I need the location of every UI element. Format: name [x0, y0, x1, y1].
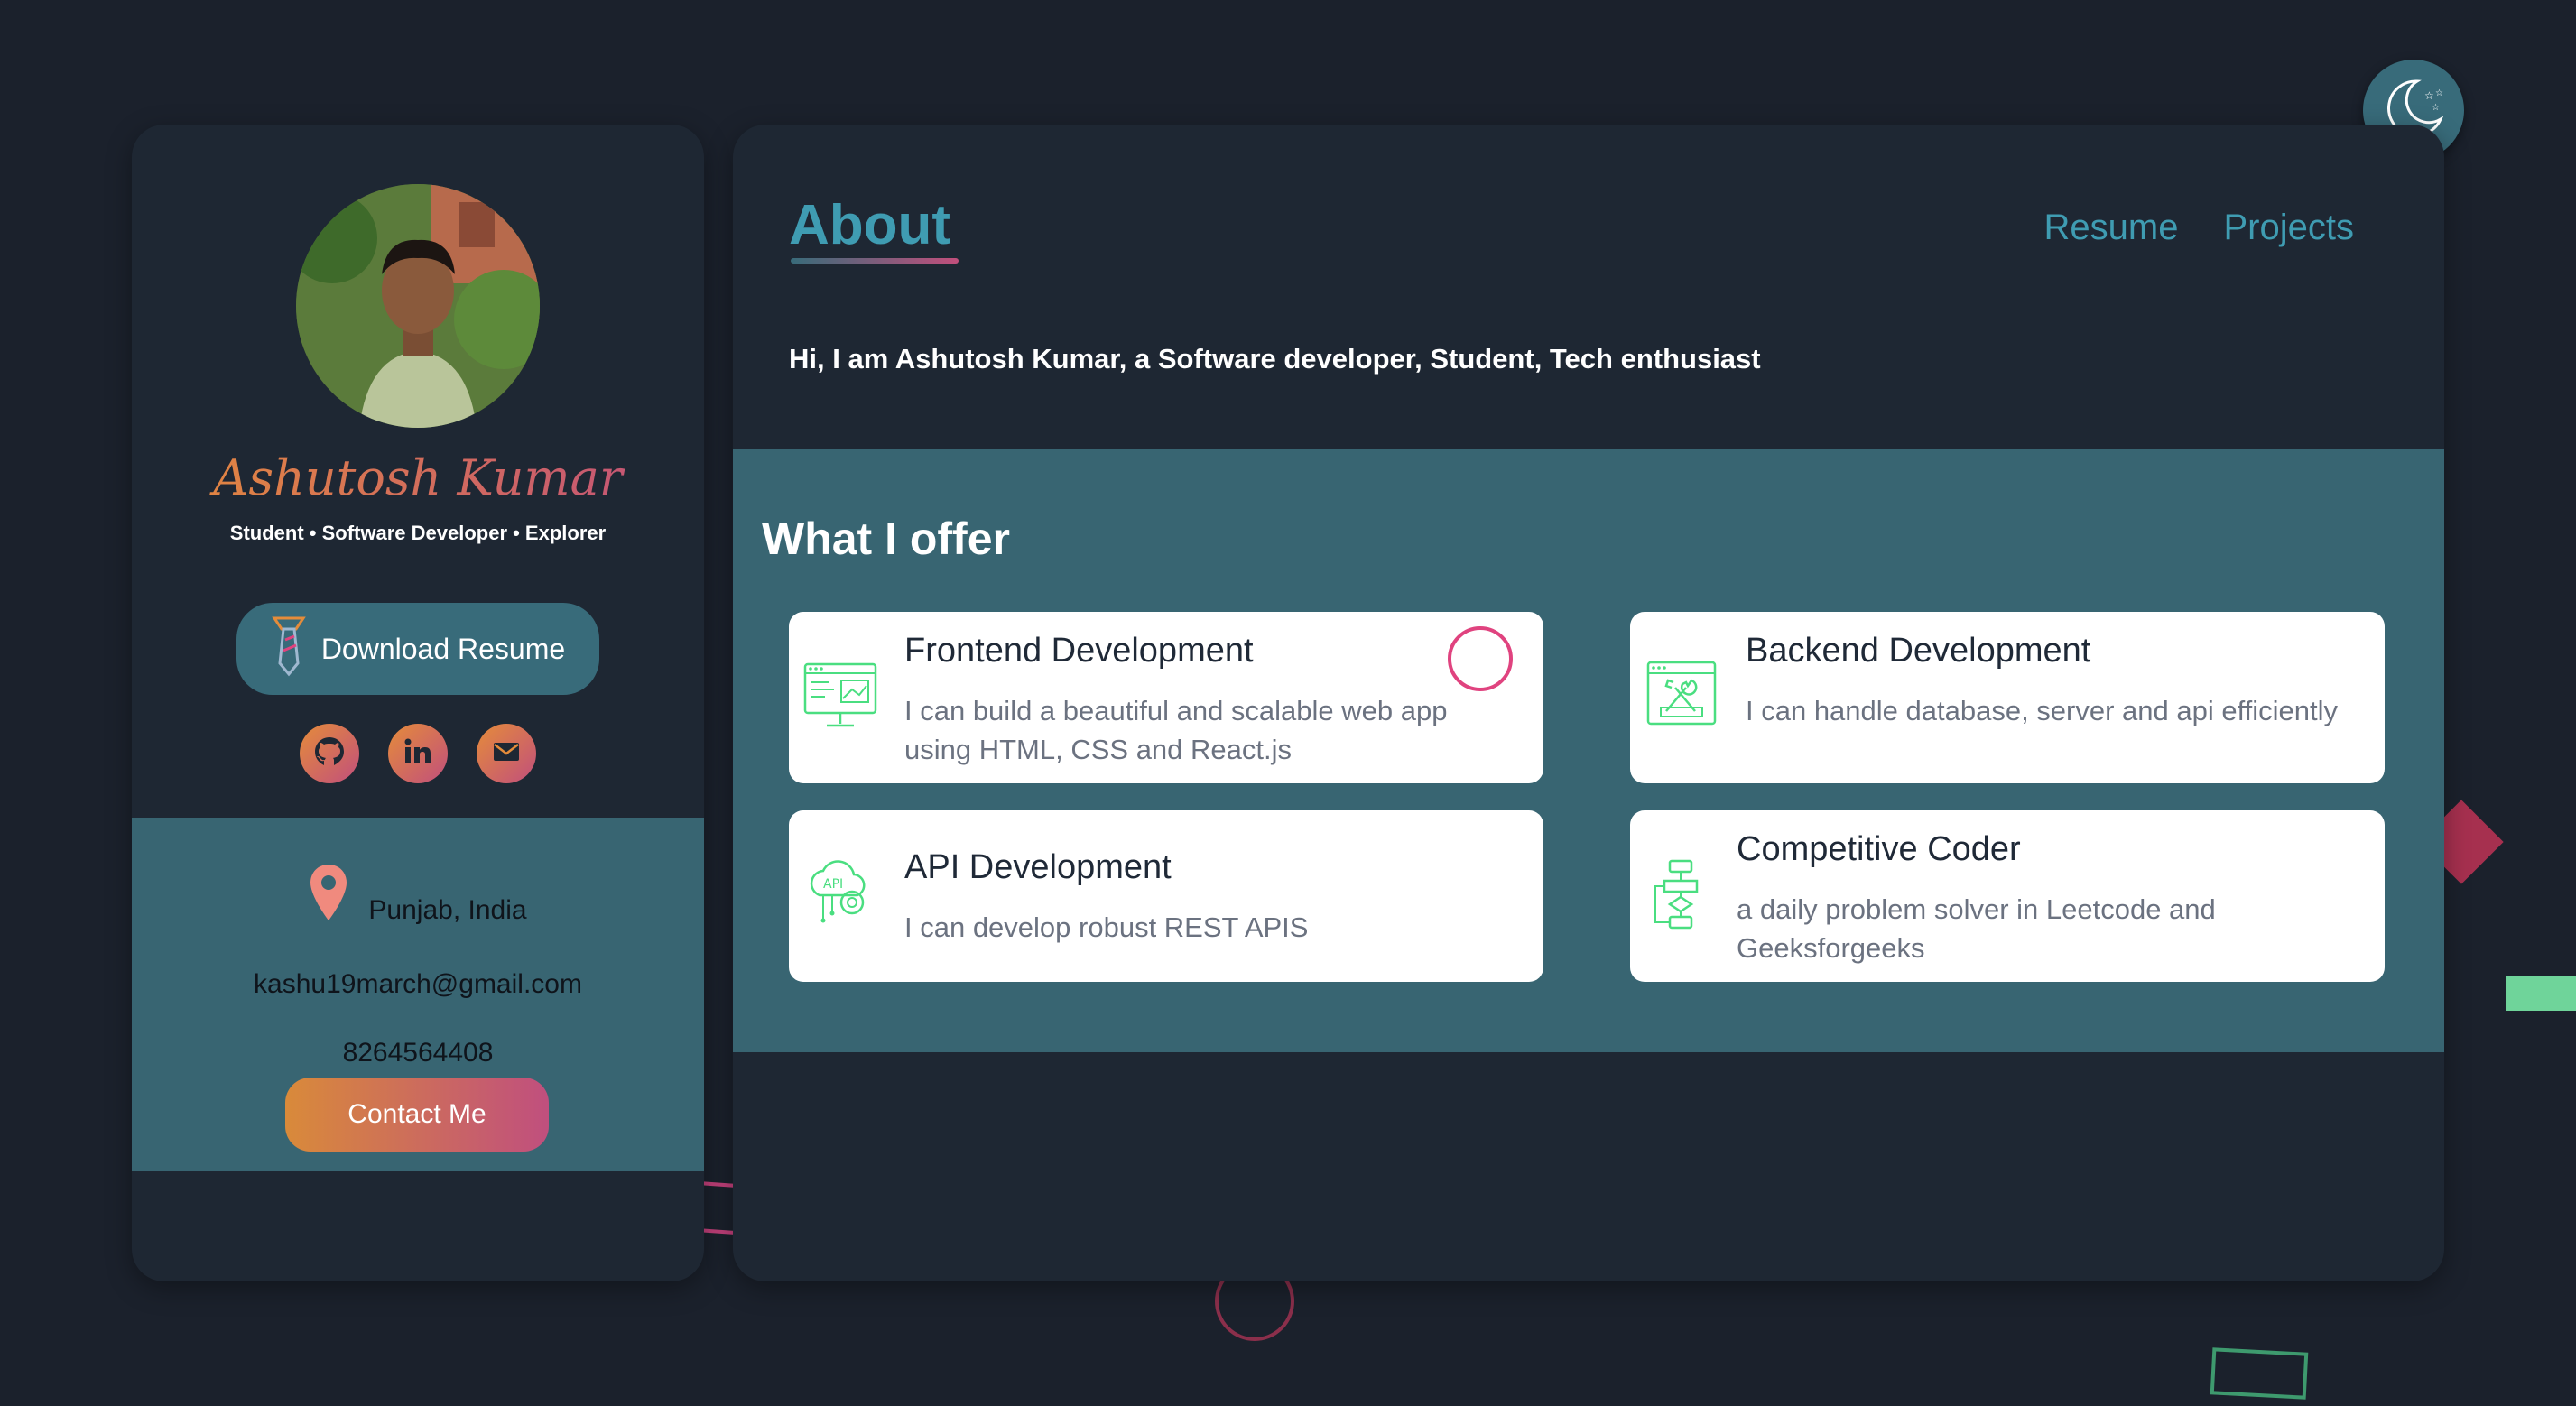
phone-text[interactable]: 8264564408 [132, 1038, 704, 1068]
location-text: Punjab, India [368, 895, 527, 925]
linkedin-icon [400, 734, 436, 773]
nav-projects-link[interactable]: Projects [2224, 208, 2355, 248]
flowchart-icon [1643, 856, 1720, 933]
service-card-competitive: Competitive Coder a daily problem solver… [1630, 810, 2385, 982]
intro-text: Hi, I am Ashutosh Kumar, a Software deve… [789, 343, 1761, 375]
top-nav: Resume Projects [2044, 208, 2354, 248]
api-cloud-icon: API [802, 856, 879, 933]
profile-name: Ashutosh Kumar [132, 449, 704, 506]
nav-resume-link[interactable]: Resume [2044, 208, 2179, 248]
svg-text:☆: ☆ [2424, 89, 2434, 102]
svg-text:API: API [823, 877, 843, 892]
server-tools-icon [1643, 657, 1720, 735]
service-description: I can build a beautiful and scalable web… [904, 695, 1448, 765]
service-card-backend: Backend Development I can handle databas… [1630, 612, 2385, 783]
avatar [296, 184, 540, 428]
service-card-api: API API Development I can develop robust… [789, 810, 1543, 982]
main-card: About Resume Projects Hi, I am Ashutosh … [733, 125, 2444, 1281]
deco-circle [1448, 626, 1513, 691]
mail-icon [488, 734, 524, 773]
tie-icon [271, 613, 307, 685]
social-links [132, 724, 704, 783]
page: ☆ ☆ ☆ Ashutosh Kumar Student • Software … [0, 0, 2576, 1406]
offer-section: What I offer Frontend Development I can … [733, 449, 2444, 1052]
profile-card: Ashutosh Kumar Student • Software Develo… [132, 125, 704, 1281]
page-title: About [789, 194, 951, 256]
svg-text:☆: ☆ [2435, 88, 2443, 98]
linkedin-link[interactable] [388, 724, 448, 783]
service-description: a daily problem solver in Leetcode and G… [1737, 893, 2216, 964]
mail-link[interactable] [477, 724, 536, 783]
service-title: Frontend Development [904, 632, 1254, 670]
svg-text:☆: ☆ [2432, 103, 2440, 113]
service-card-frontend: Frontend Development I can build a beaut… [789, 612, 1543, 783]
service-description: I can handle database, server and api ef… [1746, 695, 2339, 726]
contact-me-button[interactable]: Contact Me [285, 1078, 549, 1152]
github-icon [311, 734, 347, 773]
service-title: Backend Development [1746, 632, 2091, 670]
offer-heading: What I offer [762, 513, 1010, 564]
location-row: Punjab, India [132, 863, 704, 926]
service-description: I can develop robust REST APIS [904, 911, 1309, 943]
profile-tagline: Student • Software Developer • Explorer [229, 522, 607, 544]
download-resume-label: Download Resume [320, 632, 566, 665]
monitor-code-icon [802, 657, 879, 735]
location-pin-icon [309, 863, 348, 926]
title-underline [791, 258, 959, 264]
deco-rect [2506, 976, 2576, 1011]
download-resume-button[interactable]: Download Resume [236, 603, 599, 695]
deco-rect [2210, 1347, 2309, 1400]
github-link[interactable] [300, 724, 359, 783]
service-title: API Development [904, 848, 1172, 886]
service-title: Competitive Coder [1737, 830, 2021, 868]
email-text[interactable]: kashu19march@gmail.com [132, 969, 704, 1000]
